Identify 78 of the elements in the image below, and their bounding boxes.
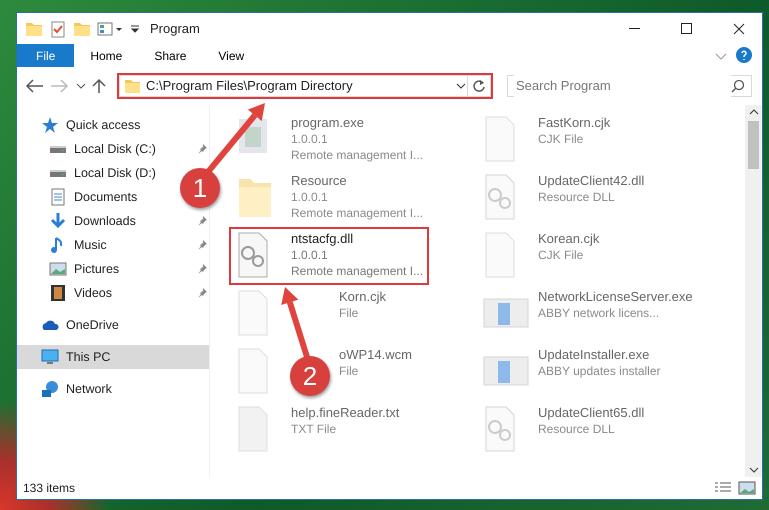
film-icon bbox=[49, 284, 67, 302]
file-menu-button[interactable]: File bbox=[17, 44, 74, 67]
file-detail: Remote management I... bbox=[291, 205, 424, 221]
nav-item[interactable]: Quick access bbox=[17, 113, 209, 137]
star-icon bbox=[41, 116, 59, 134]
file-name[interactable]: Korean.cjk bbox=[538, 231, 600, 247]
drive-icon bbox=[49, 144, 67, 154]
window-title: Program bbox=[150, 20, 200, 38]
refresh-icon[interactable] bbox=[472, 79, 486, 93]
file-name[interactable]: UpdateClient42.dll bbox=[538, 173, 644, 189]
properties-icon[interactable] bbox=[97, 20, 123, 38]
file-detail: Resource DLL bbox=[538, 421, 616, 437]
nav-item[interactable]: Documents bbox=[17, 185, 144, 209]
file-name[interactable]: FastKorn.cjk bbox=[538, 115, 610, 131]
file-name[interactable]: help.fineReader.txt bbox=[291, 405, 400, 421]
back-arrow-icon[interactable] bbox=[23, 78, 45, 94]
file-detail: 1.0.0.1 bbox=[291, 131, 329, 147]
file-detail: 1.0.0.1 bbox=[291, 189, 329, 205]
file-detail: Remote management I... bbox=[291, 263, 424, 279]
file-name[interactable]: UpdateClient65.dll bbox=[538, 405, 644, 421]
file-detail: Resource DLL bbox=[538, 189, 616, 205]
minimize-icon[interactable] bbox=[629, 28, 641, 30]
scrollbar[interactable] bbox=[745, 105, 762, 477]
nav-item[interactable]: Videos bbox=[17, 281, 209, 305]
file-detail: File bbox=[339, 305, 360, 321]
folder-icon bbox=[124, 77, 140, 95]
network-icon bbox=[41, 380, 59, 398]
nav-item[interactable]: Network bbox=[17, 377, 209, 401]
item-count: 133 items bbox=[23, 480, 76, 497]
callout-number: 2 bbox=[290, 356, 330, 396]
file-detail: File bbox=[339, 363, 360, 379]
scroll-thumb[interactable] bbox=[748, 121, 759, 169]
nav-item[interactable]: Local Disk (C:) bbox=[17, 137, 209, 161]
up-arrow-icon[interactable] bbox=[91, 78, 107, 94]
file-detail: Remote management I... bbox=[291, 147, 424, 163]
ribbon-tab[interactable]: Home bbox=[74, 44, 138, 67]
picture-icon bbox=[49, 260, 67, 278]
file-detail: ABBY updates installer bbox=[538, 363, 661, 379]
file-detail: CJK File bbox=[538, 247, 584, 263]
file-name[interactable]: Korn.cjk bbox=[339, 289, 386, 305]
file-detail: 1.0.0.1 bbox=[291, 247, 329, 263]
nav-item[interactable]: Pictures bbox=[17, 257, 209, 281]
checklist-icon[interactable] bbox=[49, 20, 67, 38]
callout-number: 1 bbox=[180, 168, 220, 208]
ribbon-tab[interactable]: Share bbox=[138, 44, 202, 67]
large-icons-view-icon[interactable] bbox=[738, 481, 756, 495]
pin-icon bbox=[197, 240, 207, 250]
refresh-button[interactable] bbox=[467, 75, 491, 97]
maximize-icon[interactable] bbox=[681, 22, 693, 34]
file-name[interactable]: Resource bbox=[291, 173, 424, 189]
close-icon[interactable] bbox=[733, 22, 745, 34]
nav-item[interactable]: This PC bbox=[17, 345, 209, 369]
search-field[interactable]: Search Program bbox=[507, 75, 752, 97]
callout-arrow bbox=[281, 287, 310, 358]
pin-icon bbox=[197, 288, 207, 298]
search-icon bbox=[731, 79, 745, 93]
nav-item[interactable]: Downloads bbox=[17, 209, 209, 233]
document-icon bbox=[49, 188, 67, 206]
file-name[interactable]: ntstacfg.dll bbox=[291, 231, 424, 247]
monitor-icon bbox=[41, 348, 59, 366]
download-arrow-icon bbox=[49, 212, 67, 230]
file-name[interactable]: NetworkLicenseServer.exe bbox=[538, 289, 693, 305]
file-name[interactable]: program.exe bbox=[291, 115, 424, 131]
file-name[interactable]: UpdateInstaller.exe bbox=[538, 347, 661, 363]
address-bar[interactable]: C:\Program Files\Program Directory bbox=[119, 75, 467, 97]
nav-item[interactable]: Local Disk (D:) bbox=[17, 161, 162, 185]
address-path: C:\Program Files\Program Directory bbox=[146, 77, 354, 96]
file-detail: CJK File bbox=[538, 131, 584, 147]
ribbon-tab[interactable]: View bbox=[202, 44, 260, 67]
file-detail: TXT File bbox=[291, 421, 338, 437]
nav-item[interactable]: OneDrive bbox=[17, 313, 209, 337]
file-name[interactable]: oWP14.wcm bbox=[339, 347, 412, 363]
pin-icon bbox=[197, 216, 207, 226]
file-detail: ABBY network licens... bbox=[538, 305, 660, 321]
nav-item[interactable]: Music bbox=[17, 233, 209, 257]
drive-icon bbox=[49, 168, 67, 178]
pin-icon bbox=[197, 264, 207, 274]
pin-icon bbox=[197, 144, 207, 154]
